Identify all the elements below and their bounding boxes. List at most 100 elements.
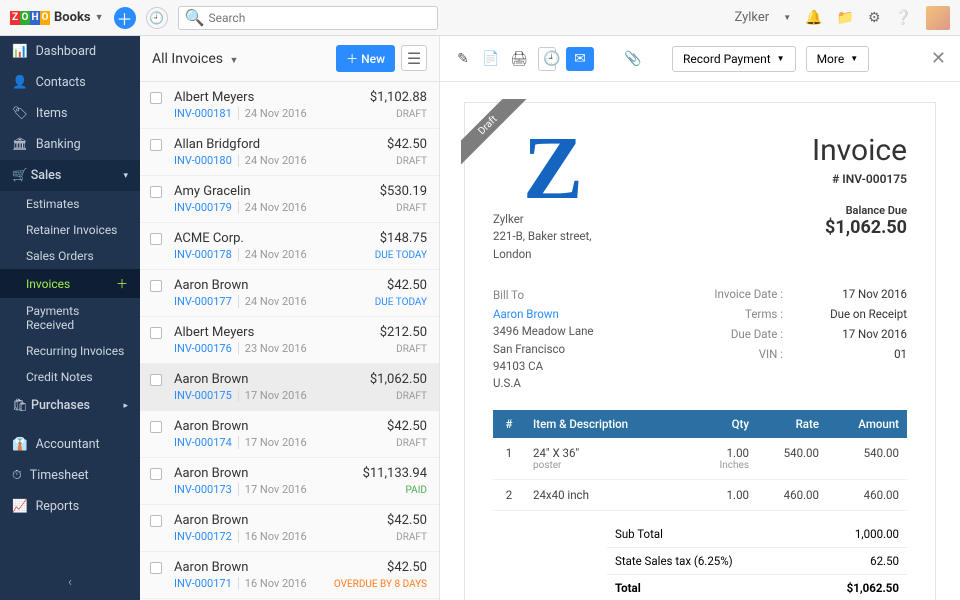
gear-icon[interactable]: ⚙ [868, 10, 881, 26]
record-payment-button[interactable]: Record Payment ▼ [672, 46, 796, 72]
invoice-list-item[interactable]: Aaron Brown INV-00017317 Nov 2016 $11,13… [140, 458, 439, 505]
sidebar-item-accountant[interactable]: 👔Accountant [0, 429, 140, 460]
global-search[interactable]: 🔍 [178, 6, 438, 30]
invoice-number: INV-000174 [174, 436, 232, 449]
reminder-icon[interactable]: 🕘 [538, 47, 556, 71]
search-input[interactable] [208, 11, 430, 25]
sidebar-item-dashboard[interactable]: 📊Dashboard [0, 36, 140, 67]
invoice-document: Draft Z Zylker 221-B, Baker street, Lond… [464, 102, 936, 600]
invoice-list-item[interactable]: Aaron Brown INV-00017724 Nov 2016 $42.50… [140, 270, 439, 317]
new-label: New [361, 52, 385, 66]
quick-add-button[interactable]: ＋ [114, 7, 136, 29]
caret-down-icon: ▾ [123, 171, 128, 181]
row-checkbox[interactable] [150, 421, 162, 433]
invoice-list-item[interactable]: Aaron Brown INV-00017216 Nov 2016 $42.50… [140, 505, 439, 552]
row-checkbox[interactable] [150, 233, 162, 245]
sidebar-item-items[interactable]: 🏷Items [0, 98, 140, 129]
customer-link[interactable]: Aaron Brown [493, 306, 594, 323]
invoice-list-item[interactable]: Aaron Brown INV-00017517 Nov 2016 $1,062… [140, 364, 439, 411]
sidebar-sub-retainer-invoices[interactable]: Retainer Invoices [0, 217, 140, 243]
org-name[interactable]: Zylker [735, 10, 770, 25]
more-button[interactable]: More ▼ [806, 46, 870, 72]
invoice-amount: $1,102.88 [370, 90, 427, 105]
detail-toolbar: ✎ 📄 🖨 🕘 ✉ 📎 Record Payment ▼ More ▼ ✕ [440, 36, 960, 82]
row-checkbox[interactable] [150, 562, 162, 574]
avatar[interactable] [926, 6, 950, 30]
row-checkbox[interactable] [150, 515, 162, 527]
new-invoice-button[interactable]: ＋ New [336, 45, 395, 72]
line-item-row: 1 24" X 36"poster 1.00Inches 540.00 540.… [493, 438, 907, 480]
invoice-list-item[interactable]: Albert Meyers INV-00018124 Nov 2016 $1,1… [140, 82, 439, 129]
sidebar-sub-sales-orders[interactable]: Sales Orders [0, 243, 140, 269]
sidebar-item-banking[interactable]: 🏛Banking [0, 129, 140, 160]
invoice-number: INV-000173 [174, 483, 232, 496]
search-icon: 🔍 [185, 8, 205, 27]
row-checkbox[interactable] [150, 468, 162, 480]
invoice-amount: $530.19 [380, 184, 427, 199]
list-filter-dropdown[interactable]: All Invoices ▼ [152, 51, 238, 67]
sidebar-item-contacts[interactable]: 👤Contacts [0, 67, 140, 98]
sidebar: 📊Dashboard👤Contacts🏷Items🏛Banking 🛒 Sale… [0, 36, 140, 600]
row-checkbox[interactable] [150, 327, 162, 339]
invoice-list-panel: All Invoices ▼ ＋ New ☰ Albert Meyers INV… [140, 36, 440, 600]
app-logo[interactable]: ZOHO Books ▼ [10, 10, 104, 25]
nav-icon: 👤 [12, 75, 28, 90]
sidebar-item-timesheet[interactable]: ⏱Timesheet [0, 460, 140, 491]
line-items-table: # Item & Description Qty Rate Amount 1 2… [493, 410, 907, 511]
total-row: Total$1,062.50 [607, 574, 907, 600]
invoice-meta: Invoice Date :17 Nov 2016Terms :Due on R… [693, 287, 907, 393]
balance-due-label: Balance Due [812, 204, 907, 217]
invoice-amount: $1,062.50 [370, 372, 427, 387]
recent-button[interactable]: 🕘 [146, 7, 168, 29]
sidebar-section-purchases[interactable]: 🛍 Purchases ▸ [0, 390, 140, 421]
help-icon[interactable]: ❔ [895, 10, 912, 26]
invoice-detail-panel: ✎ 📄 🖨 🕘 ✉ 📎 Record Payment ▼ More ▼ ✕ Dr… [440, 36, 960, 600]
nav-icon: 📊 [12, 44, 28, 59]
close-icon[interactable]: ✕ [931, 48, 946, 69]
row-checkbox[interactable] [150, 186, 162, 198]
caret-down-icon: ▼ [783, 13, 791, 22]
sidebar-sub-estimates[interactable]: Estimates [0, 191, 140, 217]
invoice-list-item[interactable]: Aaron Brown INV-00017417 Nov 2016 $42.50… [140, 411, 439, 458]
plus-icon[interactable]: ＋ [116, 275, 128, 292]
sidebar-item-reports[interactable]: 📈Reports [0, 491, 140, 522]
invoice-list-item[interactable]: Allan Bridgford INV-00018024 Nov 2016 $4… [140, 129, 439, 176]
invoice-date: 16 Nov 2016 [245, 530, 307, 543]
invoice-amount: $42.50 [387, 560, 427, 575]
sidebar-sub-recurring-invoices[interactable]: Recurring Invoices [0, 338, 140, 364]
sidebar-sub-payments-received[interactable]: Payments Received [0, 298, 140, 338]
col-qty: Qty [697, 410, 757, 438]
invoice-amount: $42.50 [387, 137, 427, 152]
mail-icon[interactable]: ✉ [566, 47, 594, 71]
invoice-list-item[interactable]: Albert Meyers INV-00017623 Nov 2016 $212… [140, 317, 439, 364]
row-checkbox[interactable] [150, 280, 162, 292]
sidebar-label: Purchases [31, 398, 90, 413]
invoice-list-item[interactable]: ACME Corp. INV-00017824 Nov 2016 $148.75… [140, 223, 439, 270]
print-icon[interactable]: 🖨 [510, 51, 528, 67]
meta-label: Invoice Date : [693, 287, 783, 301]
invoice-status: DUE TODAY [375, 250, 427, 261]
invoice-amount: $42.50 [387, 513, 427, 528]
meta-value: 01 [807, 347, 907, 361]
meta-label: VIN : [693, 347, 783, 361]
list-menu-button[interactable]: ☰ [401, 45, 427, 71]
row-checkbox[interactable] [150, 92, 162, 104]
invoice-list-item[interactable]: Amy Gracelin INV-00017924 Nov 2016 $530.… [140, 176, 439, 223]
attach-icon[interactable]: 📎 [624, 51, 642, 67]
bell-icon[interactable]: 🔔 [805, 10, 822, 26]
sidebar-section-sales[interactable]: 🛒 Sales ▾ [0, 160, 140, 191]
chevron-right-icon: ▸ [123, 401, 128, 411]
totals-block: Sub Total1,000.00State Sales tax (6.25%)… [607, 521, 907, 600]
invoice-status: DRAFT [396, 532, 427, 543]
sidebar-sub-invoices[interactable]: Invoices＋ [0, 269, 140, 298]
button-label: Record Payment [683, 52, 771, 66]
pdf-icon[interactable]: 📄 [482, 51, 500, 67]
folder-icon[interactable]: 📁 [837, 10, 854, 26]
row-checkbox[interactable] [150, 139, 162, 151]
invoice-list-item[interactable]: Aaron Brown INV-00017116 Nov 2016 $42.50… [140, 552, 439, 599]
col-desc: Item & Description [525, 410, 697, 438]
edit-icon[interactable]: ✎ [454, 51, 472, 67]
sidebar-collapse[interactable]: ‹ [0, 565, 140, 600]
sidebar-sub-credit-notes[interactable]: Credit Notes [0, 364, 140, 390]
row-checkbox[interactable] [150, 374, 162, 386]
